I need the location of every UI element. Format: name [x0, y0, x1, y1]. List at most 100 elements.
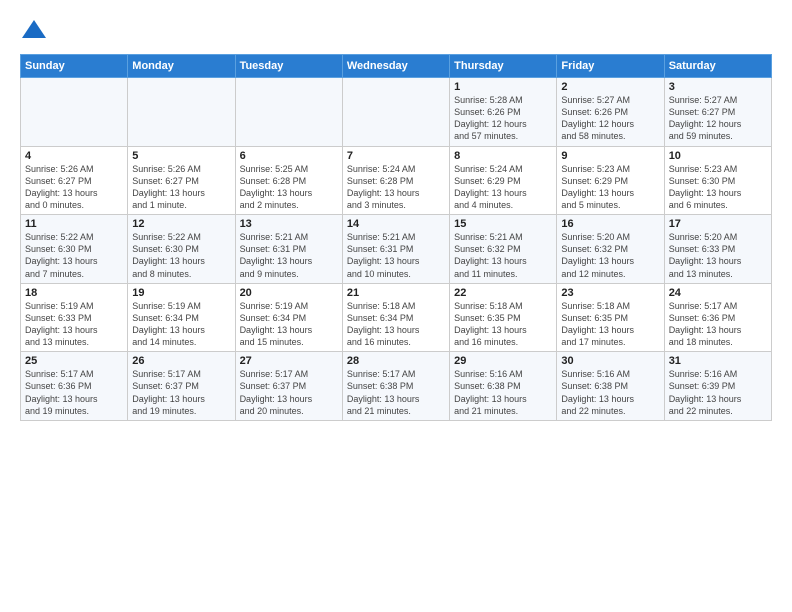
day-info: Sunrise: 5:16 AM Sunset: 6:38 PM Dayligh…: [561, 368, 659, 417]
day-number: 8: [454, 150, 552, 162]
day-number: 14: [347, 218, 445, 230]
day-number: 27: [240, 355, 338, 367]
calendar-cell: 29Sunrise: 5:16 AM Sunset: 6:38 PM Dayli…: [450, 352, 557, 421]
calendar-cell: [128, 78, 235, 147]
calendar-cell: 3Sunrise: 5:27 AM Sunset: 6:27 PM Daylig…: [664, 78, 771, 147]
logo-icon: [20, 16, 48, 44]
day-info: Sunrise: 5:21 AM Sunset: 6:32 PM Dayligh…: [454, 231, 552, 280]
day-number: 6: [240, 150, 338, 162]
day-info: Sunrise: 5:17 AM Sunset: 6:37 PM Dayligh…: [132, 368, 230, 417]
calendar-cell: 28Sunrise: 5:17 AM Sunset: 6:38 PM Dayli…: [342, 352, 449, 421]
weekday-header-saturday: Saturday: [664, 55, 771, 78]
day-info: Sunrise: 5:27 AM Sunset: 6:27 PM Dayligh…: [669, 94, 767, 143]
day-number: 19: [132, 287, 230, 299]
day-info: Sunrise: 5:18 AM Sunset: 6:34 PM Dayligh…: [347, 300, 445, 349]
day-number: 31: [669, 355, 767, 367]
weekday-header-tuesday: Tuesday: [235, 55, 342, 78]
calendar-cell: 13Sunrise: 5:21 AM Sunset: 6:31 PM Dayli…: [235, 215, 342, 284]
calendar-cell: 16Sunrise: 5:20 AM Sunset: 6:32 PM Dayli…: [557, 215, 664, 284]
day-info: Sunrise: 5:18 AM Sunset: 6:35 PM Dayligh…: [454, 300, 552, 349]
day-number: 17: [669, 218, 767, 230]
day-info: Sunrise: 5:17 AM Sunset: 6:38 PM Dayligh…: [347, 368, 445, 417]
day-number: 22: [454, 287, 552, 299]
day-number: 29: [454, 355, 552, 367]
calendar-cell: 23Sunrise: 5:18 AM Sunset: 6:35 PM Dayli…: [557, 283, 664, 352]
day-number: 20: [240, 287, 338, 299]
day-number: 7: [347, 150, 445, 162]
day-info: Sunrise: 5:26 AM Sunset: 6:27 PM Dayligh…: [132, 163, 230, 212]
day-info: Sunrise: 5:28 AM Sunset: 6:26 PM Dayligh…: [454, 94, 552, 143]
calendar-week-row: 25Sunrise: 5:17 AM Sunset: 6:36 PM Dayli…: [21, 352, 772, 421]
header: [20, 16, 772, 44]
day-info: Sunrise: 5:16 AM Sunset: 6:38 PM Dayligh…: [454, 368, 552, 417]
day-number: 5: [132, 150, 230, 162]
calendar-cell: 21Sunrise: 5:18 AM Sunset: 6:34 PM Dayli…: [342, 283, 449, 352]
day-info: Sunrise: 5:25 AM Sunset: 6:28 PM Dayligh…: [240, 163, 338, 212]
calendar-cell: 6Sunrise: 5:25 AM Sunset: 6:28 PM Daylig…: [235, 146, 342, 215]
calendar-cell: 8Sunrise: 5:24 AM Sunset: 6:29 PM Daylig…: [450, 146, 557, 215]
calendar-cell: 5Sunrise: 5:26 AM Sunset: 6:27 PM Daylig…: [128, 146, 235, 215]
calendar-cell: 30Sunrise: 5:16 AM Sunset: 6:38 PM Dayli…: [557, 352, 664, 421]
day-info: Sunrise: 5:22 AM Sunset: 6:30 PM Dayligh…: [25, 231, 123, 280]
calendar-week-row: 1Sunrise: 5:28 AM Sunset: 6:26 PM Daylig…: [21, 78, 772, 147]
day-info: Sunrise: 5:19 AM Sunset: 6:33 PM Dayligh…: [25, 300, 123, 349]
day-info: Sunrise: 5:26 AM Sunset: 6:27 PM Dayligh…: [25, 163, 123, 212]
day-number: 15: [454, 218, 552, 230]
calendar-week-row: 11Sunrise: 5:22 AM Sunset: 6:30 PM Dayli…: [21, 215, 772, 284]
day-number: 1: [454, 81, 552, 93]
day-number: 13: [240, 218, 338, 230]
logo: [20, 16, 52, 44]
day-number: 12: [132, 218, 230, 230]
day-info: Sunrise: 5:20 AM Sunset: 6:33 PM Dayligh…: [669, 231, 767, 280]
day-number: 16: [561, 218, 659, 230]
day-info: Sunrise: 5:21 AM Sunset: 6:31 PM Dayligh…: [347, 231, 445, 280]
day-info: Sunrise: 5:24 AM Sunset: 6:29 PM Dayligh…: [454, 163, 552, 212]
day-number: 9: [561, 150, 659, 162]
weekday-header-friday: Friday: [557, 55, 664, 78]
day-info: Sunrise: 5:21 AM Sunset: 6:31 PM Dayligh…: [240, 231, 338, 280]
calendar-cell: 12Sunrise: 5:22 AM Sunset: 6:30 PM Dayli…: [128, 215, 235, 284]
day-number: 24: [669, 287, 767, 299]
calendar-cell: 19Sunrise: 5:19 AM Sunset: 6:34 PM Dayli…: [128, 283, 235, 352]
weekday-header-thursday: Thursday: [450, 55, 557, 78]
calendar-table: SundayMondayTuesdayWednesdayThursdayFrid…: [20, 54, 772, 421]
day-info: Sunrise: 5:23 AM Sunset: 6:30 PM Dayligh…: [669, 163, 767, 212]
calendar-cell: 9Sunrise: 5:23 AM Sunset: 6:29 PM Daylig…: [557, 146, 664, 215]
weekday-header-wednesday: Wednesday: [342, 55, 449, 78]
calendar-cell: 10Sunrise: 5:23 AM Sunset: 6:30 PM Dayli…: [664, 146, 771, 215]
weekday-header-row: SundayMondayTuesdayWednesdayThursdayFrid…: [21, 55, 772, 78]
day-info: Sunrise: 5:19 AM Sunset: 6:34 PM Dayligh…: [132, 300, 230, 349]
day-number: 10: [669, 150, 767, 162]
day-info: Sunrise: 5:16 AM Sunset: 6:39 PM Dayligh…: [669, 368, 767, 417]
day-number: 4: [25, 150, 123, 162]
day-number: 23: [561, 287, 659, 299]
day-info: Sunrise: 5:24 AM Sunset: 6:28 PM Dayligh…: [347, 163, 445, 212]
day-number: 3: [669, 81, 767, 93]
calendar-week-row: 4Sunrise: 5:26 AM Sunset: 6:27 PM Daylig…: [21, 146, 772, 215]
day-info: Sunrise: 5:20 AM Sunset: 6:32 PM Dayligh…: [561, 231, 659, 280]
calendar-cell: 7Sunrise: 5:24 AM Sunset: 6:28 PM Daylig…: [342, 146, 449, 215]
calendar-cell: 20Sunrise: 5:19 AM Sunset: 6:34 PM Dayli…: [235, 283, 342, 352]
day-number: 26: [132, 355, 230, 367]
day-info: Sunrise: 5:18 AM Sunset: 6:35 PM Dayligh…: [561, 300, 659, 349]
weekday-header-monday: Monday: [128, 55, 235, 78]
day-number: 2: [561, 81, 659, 93]
calendar-cell: 4Sunrise: 5:26 AM Sunset: 6:27 PM Daylig…: [21, 146, 128, 215]
calendar-cell: 27Sunrise: 5:17 AM Sunset: 6:37 PM Dayli…: [235, 352, 342, 421]
calendar-cell: 18Sunrise: 5:19 AM Sunset: 6:33 PM Dayli…: [21, 283, 128, 352]
day-info: Sunrise: 5:17 AM Sunset: 6:36 PM Dayligh…: [669, 300, 767, 349]
day-number: 11: [25, 218, 123, 230]
calendar-cell: 15Sunrise: 5:21 AM Sunset: 6:32 PM Dayli…: [450, 215, 557, 284]
calendar-cell: 14Sunrise: 5:21 AM Sunset: 6:31 PM Dayli…: [342, 215, 449, 284]
day-info: Sunrise: 5:17 AM Sunset: 6:37 PM Dayligh…: [240, 368, 338, 417]
day-number: 18: [25, 287, 123, 299]
day-info: Sunrise: 5:22 AM Sunset: 6:30 PM Dayligh…: [132, 231, 230, 280]
calendar-cell: 1Sunrise: 5:28 AM Sunset: 6:26 PM Daylig…: [450, 78, 557, 147]
calendar-cell: [235, 78, 342, 147]
calendar-cell: 24Sunrise: 5:17 AM Sunset: 6:36 PM Dayli…: [664, 283, 771, 352]
calendar-cell: [342, 78, 449, 147]
day-number: 21: [347, 287, 445, 299]
calendar-cell: 2Sunrise: 5:27 AM Sunset: 6:26 PM Daylig…: [557, 78, 664, 147]
day-info: Sunrise: 5:17 AM Sunset: 6:36 PM Dayligh…: [25, 368, 123, 417]
day-number: 25: [25, 355, 123, 367]
